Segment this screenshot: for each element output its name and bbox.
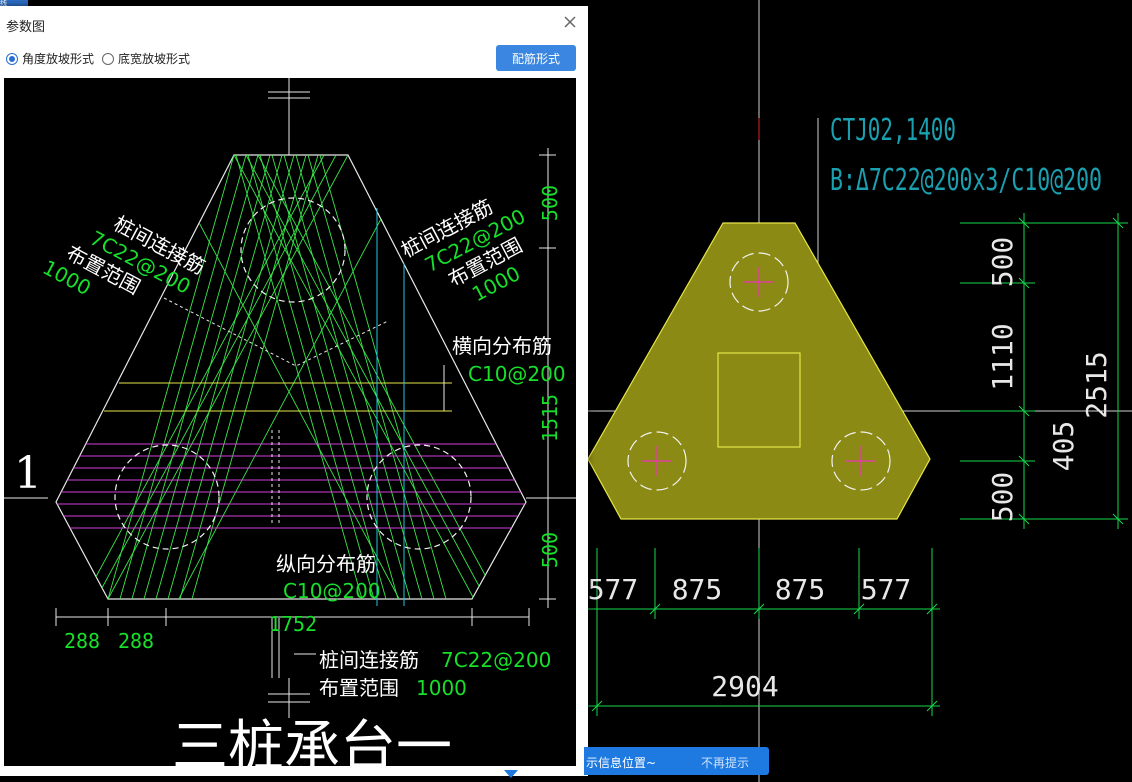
longitudinal-spec: C10@200 bbox=[283, 579, 381, 603]
drawing-title: 三桩承台一 bbox=[172, 715, 452, 766]
bottom-rebar-spec: 7C22@200 bbox=[441, 648, 551, 672]
dim-h-total: 2904 bbox=[711, 670, 778, 703]
transverse-name: 横向分布筋 bbox=[452, 334, 552, 358]
dim-v-total: 2515 bbox=[1080, 351, 1113, 418]
dim-h3: 875 bbox=[775, 573, 826, 606]
close-icon[interactable] bbox=[562, 14, 578, 30]
param-dim-left2: 288 bbox=[118, 629, 154, 653]
dialog-title: 参数图 bbox=[6, 20, 46, 35]
radio-angle-slope[interactable]: 角度放坡形式 bbox=[6, 50, 94, 67]
tip-dismiss-link[interactable]: 不再提示 bbox=[701, 754, 749, 771]
tip-bar: 示信息位置~ 不再提示 bbox=[584, 747, 769, 775]
param-dim-left1: 288 bbox=[64, 629, 100, 653]
radio-checked-icon bbox=[6, 52, 18, 65]
dim-v3: 500 bbox=[986, 472, 1019, 523]
radio-bottom-width-slope-label: 底宽放坡形式 bbox=[118, 52, 191, 66]
rebar-form-button[interactable]: 配筋形式 bbox=[496, 45, 576, 71]
radio-angle-slope-label: 角度放坡形式 bbox=[22, 52, 95, 66]
param-dim-mid: 1515 bbox=[538, 394, 562, 442]
dim-v2: 1110 bbox=[986, 323, 1019, 390]
param-dim-bottom: 500 bbox=[538, 532, 562, 568]
param-dim-width: 1752 bbox=[269, 612, 317, 636]
dim-v-offset: 405 bbox=[1047, 421, 1080, 472]
bottom-rebar-range: 1000 bbox=[416, 676, 467, 700]
dim-v1: 500 bbox=[986, 237, 1019, 288]
param-diagram-dialog: 参数图 角度放坡形式 底宽放坡形式 配筋形式 1 500 1515 500 17… bbox=[0, 6, 588, 776]
longitudinal-name: 纵向分布筋 bbox=[276, 552, 376, 576]
param-drawing-svg: 1 500 1515 500 1752 288 288 桩间连接筋 7C22@2… bbox=[4, 78, 576, 766]
cap-label-line1: CTJ02,1400 bbox=[830, 113, 956, 148]
bottom-rebar-range-label: 布置范围 bbox=[319, 676, 399, 700]
dim-h2: 875 bbox=[672, 573, 723, 606]
bottom-rebar-name: 桩间连接筋 bbox=[319, 648, 419, 672]
param-dim-top: 500 bbox=[538, 185, 562, 221]
tip-arrow-icon bbox=[504, 770, 518, 778]
section-mark: 1 bbox=[14, 448, 42, 499]
parameter-drawing: 1 500 1515 500 1752 288 288 桩间连接筋 7C22@2… bbox=[4, 78, 576, 766]
dim-h1: 577 bbox=[588, 573, 639, 606]
dim-h4: 577 bbox=[861, 573, 912, 606]
tip-text: 示信息位置~ bbox=[586, 756, 657, 770]
transverse-spec: C10@200 bbox=[468, 362, 566, 386]
radio-unchecked-icon bbox=[102, 52, 114, 65]
cap-label-line2: B:Δ7C22@200x3/C10@200 bbox=[830, 163, 1102, 198]
radio-bottom-width-slope[interactable]: 底宽放坡形式 bbox=[102, 50, 190, 67]
